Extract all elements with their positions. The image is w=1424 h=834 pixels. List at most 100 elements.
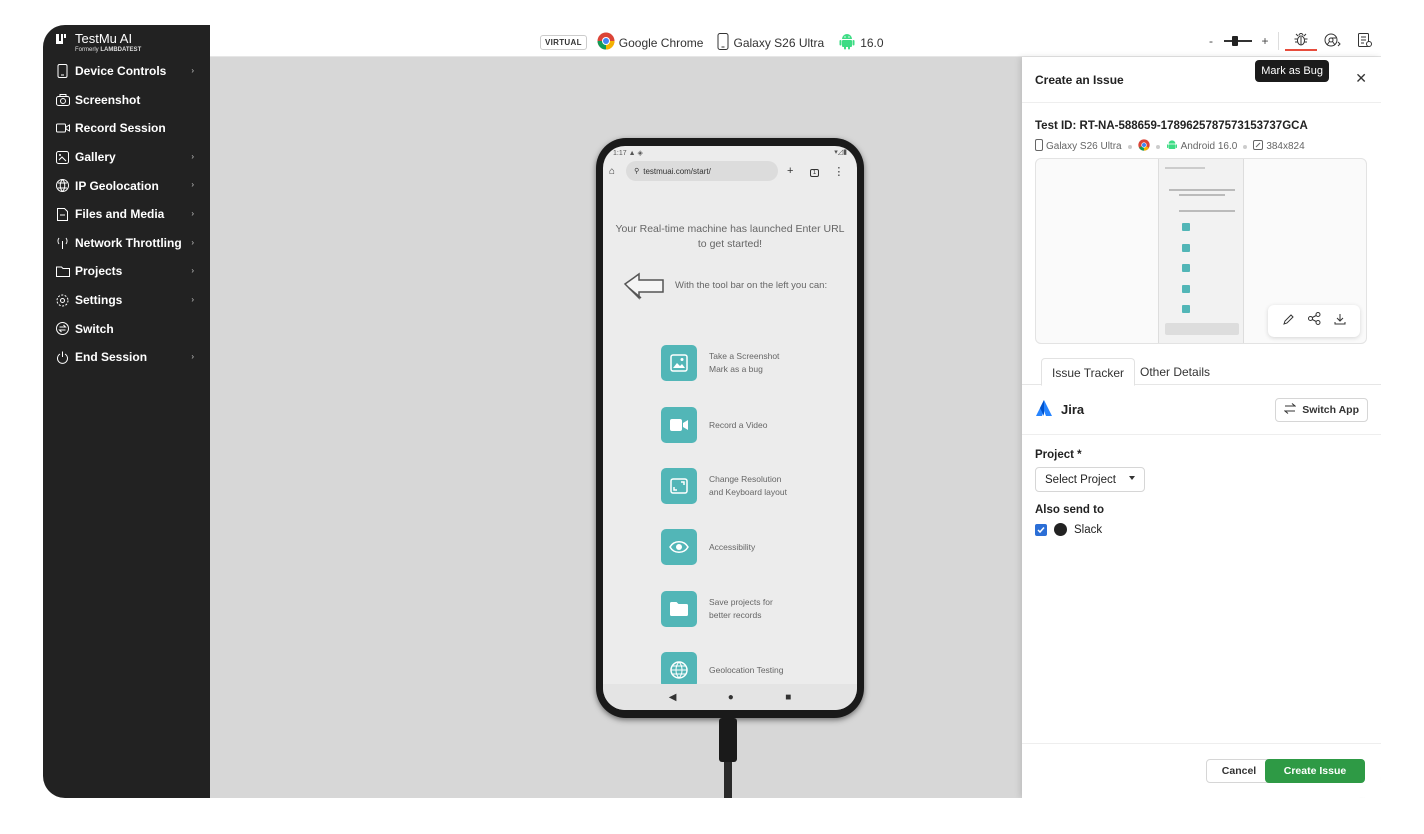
sidebar-item-files-and-media[interactable]: Files and Media ›	[43, 200, 210, 229]
phone-url-bar: ⌂ ⚲ testmuai.com/start/ + 1 ⋮	[603, 158, 857, 184]
home-button-icon[interactable]: ●	[728, 692, 734, 703]
os-info: 16.0	[838, 32, 884, 53]
sidebar-item-label: Device Controls	[75, 64, 167, 79]
tracker-name: Jira	[1061, 402, 1085, 417]
resolution-icon	[1253, 140, 1264, 153]
sidebar-item-projects[interactable]: Projects ›	[43, 257, 210, 286]
sidebar-item-label: IP Geolocation	[75, 178, 159, 193]
chevron-right-icon: ›	[191, 294, 194, 304]
tabs-count-icon[interactable]: 1	[802, 165, 826, 177]
folder-icon	[661, 591, 697, 627]
status-icons: ▾◿▮	[834, 149, 847, 156]
app-window: TestMu AI Formerly LAMBDATEST Device Con…	[43, 25, 1381, 798]
logs-button[interactable]	[1349, 31, 1381, 51]
sidebar-item-screenshot[interactable]: Screenshot	[43, 86, 210, 115]
slack-checkbox[interactable]	[1035, 523, 1047, 536]
sidebar-item-label: End Session	[75, 350, 148, 365]
new-tab-icon[interactable]: +	[778, 165, 802, 177]
sidebar-item-ip-geolocation[interactable]: IP Geolocation ›	[43, 171, 210, 200]
brand-name: TestMu AI	[75, 31, 133, 46]
eye-icon	[661, 529, 697, 565]
zoom-out-button[interactable]: -	[1204, 34, 1218, 48]
zoom-slider[interactable]	[1224, 36, 1252, 46]
preview-feature-box	[1182, 264, 1190, 272]
preview-line	[1165, 167, 1205, 169]
sidebar-item-label: Gallery	[75, 150, 116, 165]
meta-device: Galaxy S26 Ultra	[1046, 141, 1122, 152]
android-icon	[838, 32, 860, 53]
chevron-right-icon: ›	[191, 208, 194, 218]
image-icon	[661, 345, 697, 381]
sidebar-item-network-throttling[interactable]: Network Throttling ›	[43, 229, 210, 258]
cancel-button[interactable]: Cancel	[1206, 759, 1272, 783]
tracker-jira: Jira	[1035, 399, 1084, 420]
switch-app-button[interactable]: Switch App	[1275, 398, 1368, 422]
feature-text: Change Resolution and Keyboard layout	[709, 474, 787, 497]
switch-app-label: Switch App	[1302, 404, 1359, 416]
brand-formerly: Formerly LAMBDATEST	[75, 47, 142, 53]
video-icon	[55, 121, 70, 136]
sidebar-item-device-controls[interactable]: Device Controls ›	[43, 57, 210, 86]
switch-icon	[55, 321, 70, 336]
project-select[interactable]: Select Project	[1035, 467, 1145, 492]
home-icon[interactable]: ⌂	[609, 166, 622, 177]
gallery-icon	[55, 150, 70, 165]
create-issue-panel: Create an Issue ✕ Test ID: RT-NA-588659-…	[1022, 57, 1381, 798]
sidebar-item-end-session[interactable]: End Session ›	[43, 343, 210, 372]
sidebar-item-gallery[interactable]: Gallery ›	[43, 143, 210, 172]
sidebar-item-record-session[interactable]: Record Session	[43, 114, 210, 143]
more-menu-icon[interactable]: ⋮	[827, 165, 851, 178]
video-icon	[661, 407, 697, 443]
tab-issue-tracker[interactable]: Issue Tracker	[1041, 358, 1136, 386]
bug-icon	[1293, 31, 1309, 50]
zoom-slider-handle[interactable]	[1232, 36, 1238, 46]
preview-thumbnail	[1158, 159, 1244, 343]
pencil-icon[interactable]	[1282, 312, 1295, 330]
accessibility-tool-button[interactable]	[1317, 31, 1349, 51]
test-meta: Galaxy S26 Ultra Android 16.0 384x824	[1035, 139, 1305, 154]
gear-icon	[55, 293, 70, 308]
feature-text: Save projects for better records	[709, 597, 773, 620]
android-icon	[1166, 139, 1178, 154]
usb-cable	[714, 718, 742, 798]
device-screen[interactable]: 1:17 ▲ ◈ ▾◿▮ ⌂ ⚲ testmuai.com/start/ + 1…	[603, 146, 857, 710]
sidebar: TestMu AI Formerly LAMBDATEST Device Con…	[43, 25, 210, 798]
section-divider	[1022, 434, 1381, 435]
sidebar-item-label: Settings	[75, 293, 123, 308]
sidebar-item-switch[interactable]: Switch	[43, 314, 210, 343]
globe-icon	[55, 178, 70, 193]
share-icon[interactable]	[1307, 312, 1321, 330]
globe-icon	[661, 652, 697, 688]
phone-status-bar: 1:17 ▲ ◈ ▾◿▮	[613, 149, 847, 157]
project-select-value: Select Project	[1045, 473, 1116, 486]
download-icon[interactable]	[1334, 312, 1346, 330]
phone-icon	[1035, 139, 1043, 154]
tab-other-details[interactable]: Other Details	[1130, 358, 1220, 386]
screenshot-preview[interactable]	[1035, 158, 1367, 344]
back-icon[interactable]: ◀	[669, 692, 677, 703]
device-phone[interactable]: 1:17 ▲ ◈ ▾◿▮ ⌂ ⚲ testmuai.com/start/ + 1…	[596, 138, 864, 798]
browser-info: Google Chrome	[597, 32, 703, 53]
phone-url-text: testmuai.com/start/	[643, 166, 711, 176]
separator-dot	[1127, 144, 1132, 149]
phone-icon	[55, 64, 70, 79]
site-settings-icon: ⚲	[634, 168, 640, 175]
recents-icon[interactable]: ■	[785, 692, 791, 703]
separator-dot	[1243, 144, 1248, 149]
preview-banner	[1165, 323, 1239, 335]
toolbar-hint-text: With the tool bar on the left you can:	[675, 279, 828, 291]
zoom-in-button[interactable]: +	[1258, 34, 1272, 48]
phone-url-field[interactable]: ⚲ testmuai.com/start/	[626, 161, 779, 181]
preview-feature-box	[1182, 305, 1190, 313]
mark-as-bug-button[interactable]	[1285, 31, 1317, 51]
device-info: Galaxy S26 Ultra	[717, 32, 824, 53]
meta-resolution: 384x824	[1266, 141, 1305, 152]
swap-icon	[1283, 403, 1302, 417]
sidebar-item-settings[interactable]: Settings ›	[43, 286, 210, 315]
close-icon[interactable]: ✕	[1355, 70, 1367, 87]
project-label: Project *	[1035, 449, 1082, 461]
create-issue-button[interactable]: Create Issue	[1265, 759, 1365, 783]
arrow-left-icon	[623, 272, 667, 300]
preview-line	[1179, 194, 1225, 196]
jira-logo-icon	[1035, 399, 1061, 420]
